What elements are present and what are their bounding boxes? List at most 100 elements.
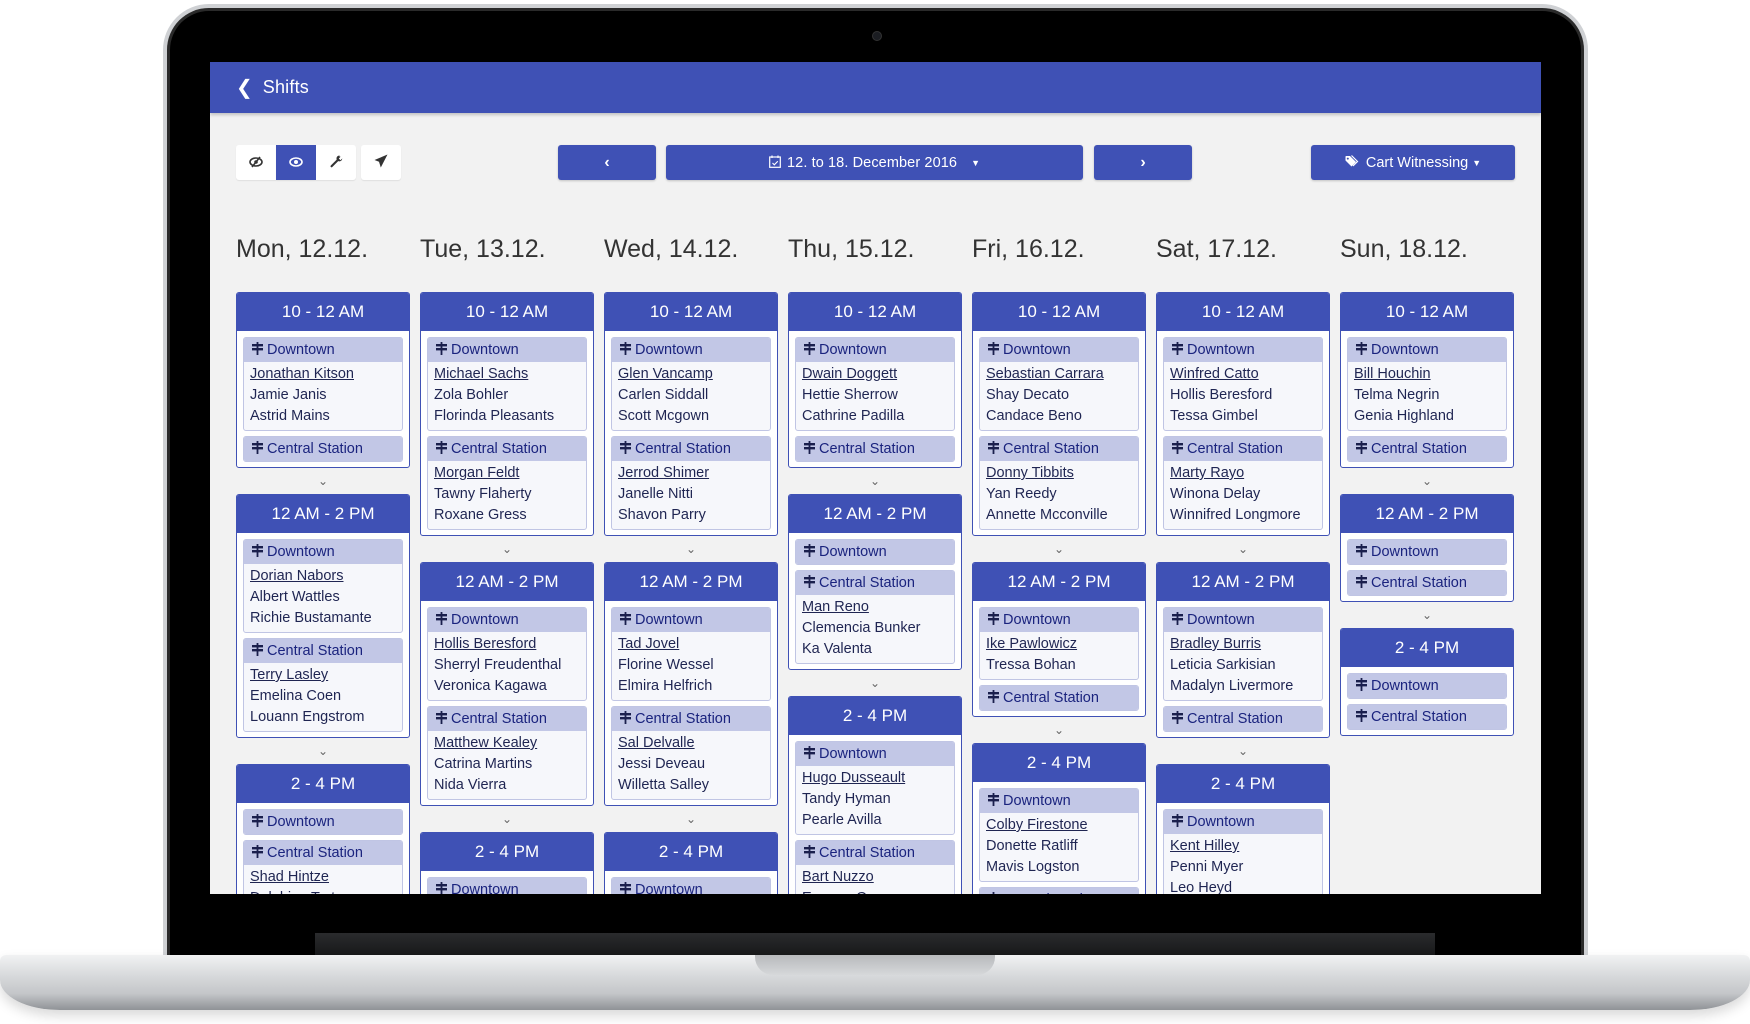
location-header[interactable]: Downtown <box>980 608 1138 632</box>
shift-lead-link[interactable]: Marty Rayo <box>1170 463 1316 484</box>
shift-lead-link[interactable]: Hugo Dusseault <box>802 768 948 789</box>
location-header[interactable]: Downtown <box>796 338 954 362</box>
shift-card[interactable]: 10 - 12 AM Downtown Dwain Doggett Hettie Sh… <box>788 292 962 468</box>
shift-card[interactable]: 12 AM - 2 PM Downtown Dorian Nabors Albert … <box>236 494 410 738</box>
shift-card[interactable]: 12 AM - 2 PM Downtown Central Station <box>1340 494 1514 602</box>
expand-chevron-icon[interactable]: ⌄ <box>1340 602 1514 628</box>
location-header[interactable]: Central Station <box>1164 437 1322 461</box>
shift-card[interactable]: 10 - 12 AM Downtown Michael Sachs Zola Bohl… <box>420 292 594 536</box>
shift-card[interactable]: 12 AM - 2 PM Downtown Central Station Man R… <box>788 494 962 670</box>
previous-week-button[interactable]: ‹ <box>558 145 656 180</box>
expand-chevron-icon[interactable]: ⌄ <box>420 536 594 562</box>
shift-card[interactable]: 10 - 12 AM Downtown Bill Houchin Telma Negr… <box>1340 292 1514 468</box>
location-header[interactable]: Central Station <box>428 707 586 731</box>
shift-lead-link[interactable]: Bradley Burris <box>1170 634 1316 655</box>
shift-lead-link[interactable]: Bart Nuzzo <box>802 867 948 888</box>
shift-lead-link[interactable]: Jonathan Kitson <box>250 364 396 385</box>
shift-card[interactable]: 10 - 12 AM Downtown Sebastian Carrara Shay … <box>972 292 1146 536</box>
shift-card[interactable]: 12 AM - 2 PM Downtown Ike Pawlowicz Tressa … <box>972 562 1146 717</box>
shift-lead-link[interactable]: Dwain Doggett <box>802 364 948 385</box>
shift-card[interactable]: 2 - 4 PM Downtown <box>420 832 594 894</box>
shift-lead-link[interactable]: Sebastian Carrara <box>986 364 1132 385</box>
shift-lead-link[interactable]: Hollis Beresford <box>434 634 580 655</box>
expand-chevron-icon[interactable]: ⌄ <box>1156 536 1330 562</box>
location-header[interactable]: Downtown <box>796 742 954 766</box>
expand-chevron-icon[interactable]: ⌄ <box>972 536 1146 562</box>
expand-chevron-icon[interactable]: ⌄ <box>788 670 962 696</box>
location-header[interactable]: Downtown <box>1348 540 1506 564</box>
location-header[interactable]: Central Station <box>1348 437 1506 461</box>
location-header[interactable]: Central Station <box>980 888 1138 894</box>
location-header[interactable]: Downtown <box>980 789 1138 813</box>
location-header[interactable]: Downtown <box>244 338 402 362</box>
shift-lead-link[interactable]: Tad Jovel <box>618 634 764 655</box>
location-header[interactable]: Central Station <box>612 437 770 461</box>
location-header[interactable]: Downtown <box>428 608 586 632</box>
shift-lead-link[interactable]: Shad Hintze <box>250 867 396 888</box>
location-header[interactable]: Downtown <box>796 540 954 564</box>
location-header[interactable]: Central Station <box>1348 705 1506 729</box>
location-header[interactable]: Downtown <box>244 540 402 564</box>
shift-lead-link[interactable]: Ike Pawlowicz <box>986 634 1132 655</box>
settings-button[interactable] <box>316 145 356 180</box>
location-header[interactable]: Downtown <box>612 878 770 894</box>
location-header[interactable]: Central Station <box>1348 571 1506 595</box>
location-header[interactable]: Central Station <box>428 437 586 461</box>
expand-chevron-icon[interactable]: ⌄ <box>236 738 410 764</box>
shift-lead-link[interactable]: Kent Hilley <box>1170 836 1316 857</box>
location-header[interactable]: Central Station <box>1164 707 1322 731</box>
shift-card[interactable]: 10 - 12 AM Downtown Glen Vancamp Carlen Sid… <box>604 292 778 536</box>
shift-card[interactable]: 10 - 12 AM Downtown Winfred Catto Hollis Be… <box>1156 292 1330 536</box>
shift-lead-link[interactable]: Matthew Kealey <box>434 733 580 754</box>
location-header[interactable]: Downtown <box>428 878 586 894</box>
expand-chevron-icon[interactable]: ⌄ <box>604 806 778 832</box>
shift-lead-link[interactable]: Terry Lasley <box>250 665 396 686</box>
next-week-button[interactable]: › <box>1094 145 1192 180</box>
category-filter-dropdown[interactable]: Cart Witnessing ▼ <box>1311 145 1515 180</box>
expand-chevron-icon[interactable]: ⌄ <box>236 468 410 494</box>
location-header[interactable]: Downtown <box>1164 810 1322 834</box>
expand-chevron-icon[interactable]: ⌄ <box>420 806 594 832</box>
location-header[interactable]: Downtown <box>428 338 586 362</box>
location-header[interactable]: Central Station <box>796 437 954 461</box>
location-header[interactable]: Downtown <box>244 810 402 834</box>
location-header[interactable]: Central Station <box>612 707 770 731</box>
location-header[interactable]: Central Station <box>980 686 1138 710</box>
expand-chevron-icon[interactable]: ⌄ <box>972 717 1146 743</box>
location-header[interactable]: Downtown <box>612 608 770 632</box>
expand-chevron-icon[interactable]: ⌄ <box>1340 468 1514 494</box>
date-range-dropdown[interactable]: 12. to 18. December 2016 ▼ <box>666 145 1083 180</box>
location-header[interactable]: Downtown <box>1348 674 1506 698</box>
location-header[interactable]: Central Station <box>244 841 402 865</box>
shift-lead-link[interactable]: Man Reno <box>802 597 948 618</box>
shift-card[interactable]: 2 - 4 PM Downtown Hugo Dusseault Tandy Hyma… <box>788 696 962 894</box>
show-view-button[interactable] <box>276 145 316 180</box>
expand-chevron-icon[interactable]: ⌄ <box>1156 738 1330 764</box>
shift-card[interactable]: 12 AM - 2 PM Downtown Tad Jovel Florine Wes… <box>604 562 778 806</box>
shift-card[interactable]: 2 - 4 PM Downtown Colby Firestone Donette R… <box>972 743 1146 894</box>
shift-lead-link[interactable]: Bill Houchin <box>1354 364 1500 385</box>
location-header[interactable]: Downtown <box>612 338 770 362</box>
shift-lead-link[interactable]: Sal Delvalle <box>618 733 764 754</box>
hide-view-button[interactable] <box>236 145 276 180</box>
shift-card[interactable]: 2 - 4 PM Downtown Central Station Shad Hint… <box>236 764 410 894</box>
location-header[interactable]: Central Station <box>980 437 1138 461</box>
shift-card[interactable]: 2 - 4 PM Downtown Kent Hilley Penni Myer Leo… <box>1156 764 1330 894</box>
shift-lead-link[interactable]: Donny Tibbits <box>986 463 1132 484</box>
shift-lead-link[interactable]: Glen Vancamp <box>618 364 764 385</box>
shift-card[interactable]: 12 AM - 2 PM Downtown Bradley Burris Letici… <box>1156 562 1330 738</box>
shift-card[interactable]: 10 - 12 AM Downtown Jonathan Kitson Jamie J… <box>236 292 410 468</box>
send-button[interactable] <box>361 145 401 180</box>
shift-card[interactable]: 12 AM - 2 PM Downtown Hollis Beresford Sher… <box>420 562 594 806</box>
expand-chevron-icon[interactable]: ⌄ <box>788 468 962 494</box>
expand-chevron-icon[interactable]: ⌄ <box>604 536 778 562</box>
shift-lead-link[interactable]: Morgan Feldt <box>434 463 580 484</box>
shift-lead-link[interactable]: Jerrod Shimer <box>618 463 764 484</box>
location-header[interactable]: Central Station <box>796 571 954 595</box>
shift-lead-link[interactable]: Dorian Nabors <box>250 566 396 587</box>
shift-lead-link[interactable]: Winfred Catto <box>1170 364 1316 385</box>
location-header[interactable]: Downtown <box>1348 338 1506 362</box>
location-header[interactable]: Central Station <box>796 841 954 865</box>
shift-card[interactable]: 2 - 4 PM Downtown Central Station <box>1340 628 1514 736</box>
back-chevron-icon[interactable]: ❮ <box>236 78 253 98</box>
